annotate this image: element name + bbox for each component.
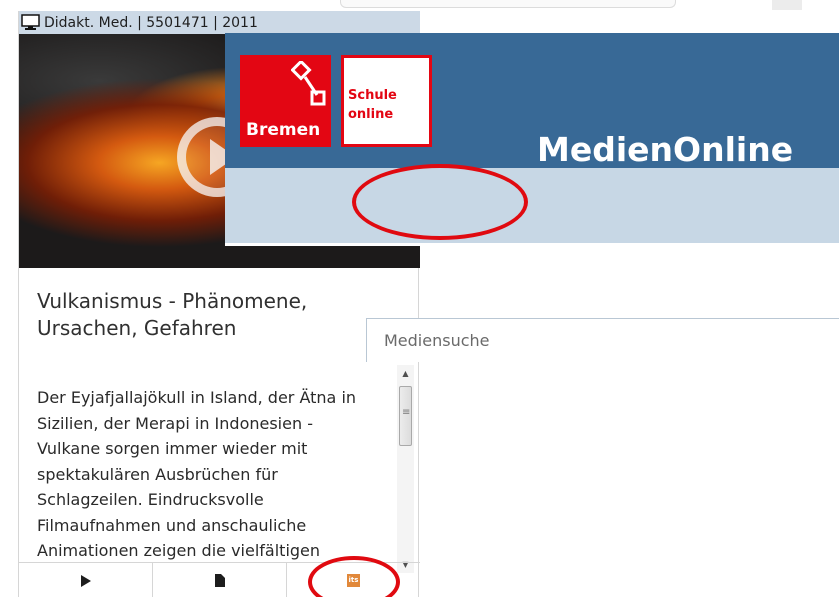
scroll-up-arrow-icon[interactable]: ▲ <box>397 365 414 382</box>
bremen-logo[interactable]: Bremen <box>240 55 331 147</box>
media-metadata: Didakt. Med. | 5501471 | 2011 <box>44 14 258 31</box>
scrollbar-thumb[interactable] <box>399 386 412 446</box>
background-window-edge <box>340 0 676 8</box>
schule-online-logo[interactable]: Schule online <box>341 55 432 147</box>
screenshot-stage: Didakt. Med. | 5501471 | 2011 Vulkanismu… <box>0 0 839 597</box>
document-button[interactable] <box>153 563 287 597</box>
bremen-logo-text: Bremen <box>246 120 321 140</box>
banner-divider <box>225 243 839 246</box>
media-search-box[interactable] <box>366 318 839 362</box>
background-window-edge <box>772 0 802 10</box>
media-description: Der Eyjafjallajökull in Island, der Ätna… <box>37 388 357 560</box>
play-icon <box>80 574 91 587</box>
medienonline-banner: Bremen Schule online MedienOnline <box>225 33 839 362</box>
media-search-input[interactable] <box>367 319 839 362</box>
description-scrollbar[interactable]: ▲ ▼ <box>397 365 414 573</box>
monitor-icon <box>21 14 40 31</box>
schule-online-logo-text: Schule online <box>348 88 397 122</box>
site-title: MedienOnline <box>537 130 794 169</box>
document-icon <box>214 574 225 587</box>
its-icon: its <box>347 574 360 587</box>
play-button[interactable] <box>19 563 153 597</box>
banner-header: Bremen Schule online MedienOnline <box>225 33 839 169</box>
bremen-key-icon <box>291 61 326 106</box>
search-band <box>225 168 839 362</box>
its-button[interactable]: its <box>287 563 420 597</box>
media-card-header: Didakt. Med. | 5501471 | 2011 <box>19 11 420 34</box>
media-action-bar: its <box>19 562 420 597</box>
media-title[interactable]: Vulkanismus - Phänomene, Ursachen, Gefah… <box>37 288 367 342</box>
